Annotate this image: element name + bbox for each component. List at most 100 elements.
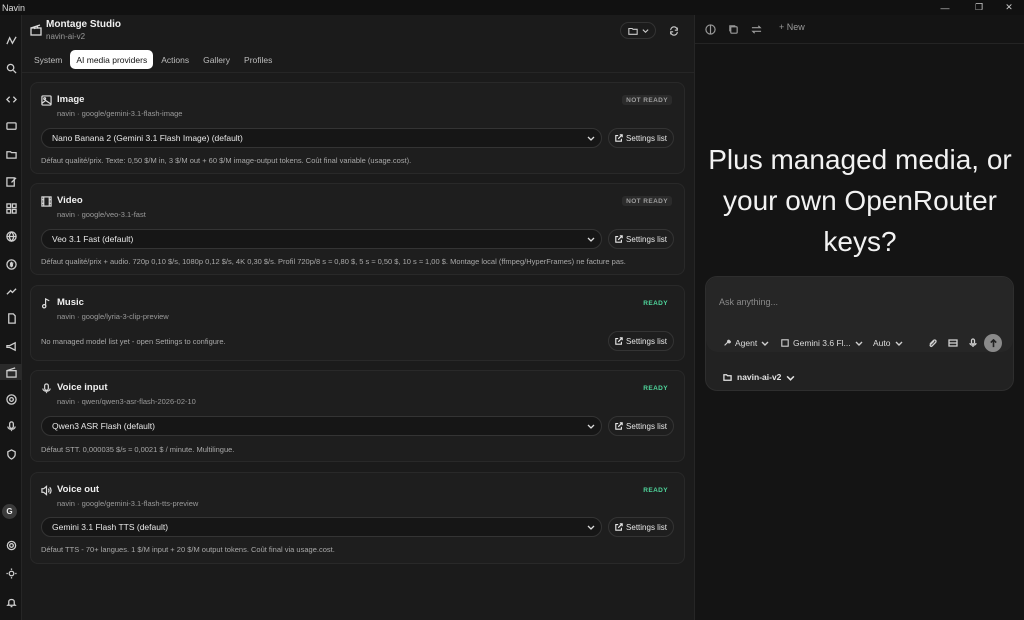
close-window-button[interactable]: ✕	[992, 0, 1024, 15]
tab-divider	[22, 72, 694, 73]
provider-meta: navin · google/gemini-3.1-flash-image	[57, 109, 183, 118]
music-icon	[41, 297, 52, 309]
reasoning-dropdown[interactable]: Auto	[873, 338, 903, 348]
folder-icon	[627, 27, 638, 35]
reasoning-label: Auto	[873, 338, 891, 348]
external-link-icon	[615, 235, 623, 243]
settings-list-button[interactable]: Settings list	[608, 128, 674, 148]
settings-list-button[interactable]: Settings list	[608, 331, 674, 351]
model-select[interactable]: Veo 3.1 Fast (default)	[41, 229, 602, 249]
logo-icon[interactable]	[0, 32, 22, 48]
maximize-button[interactable]: ❐	[962, 0, 996, 15]
search-icon[interactable]	[0, 60, 22, 76]
monitor-icon[interactable]	[0, 118, 22, 134]
external-link-icon	[615, 422, 623, 430]
settings-list-label: Settings list	[626, 133, 667, 143]
settings-list-button[interactable]: Settings list	[608, 517, 674, 537]
model-select-value: Qwen3 ASR Flash (default)	[52, 421, 155, 431]
settings-list-button[interactable]: Settings list	[608, 229, 674, 249]
provider-card-image: Image navin · google/gemini-3.1-flash-im…	[30, 82, 685, 174]
panel-header: Montage Studio navin-ai-v2	[22, 15, 694, 47]
paperclip-icon[interactable]	[926, 337, 938, 349]
tab-ai-media-providers[interactable]: AI media providers	[70, 50, 154, 69]
tab-system[interactable]: System	[28, 50, 68, 69]
mode-dropdown[interactable]: Agent	[723, 338, 769, 348]
refresh-button[interactable]	[665, 22, 682, 39]
folder-dropdown-button[interactable]	[620, 22, 656, 39]
grid-icon[interactable]	[0, 200, 22, 216]
globe-icon[interactable]	[0, 228, 22, 244]
dollar-icon[interactable]	[0, 256, 22, 272]
bell-icon[interactable]	[0, 594, 22, 610]
mic-icon[interactable]	[967, 337, 979, 349]
swap-icon[interactable]	[748, 21, 764, 37]
chat-input-placeholder: Ask anything...	[719, 297, 779, 307]
tab-gallery[interactable]: Gallery	[197, 50, 236, 69]
trend-icon[interactable]	[0, 283, 22, 299]
panel-divider	[695, 43, 1024, 44]
model-select-value: Gemini 3.1 Flash TTS (default)	[52, 522, 169, 532]
settings-list-button[interactable]: Settings list	[608, 416, 674, 436]
avatar[interactable]: G	[2, 504, 17, 519]
external-link-icon	[615, 337, 623, 345]
arrow-up-icon	[989, 338, 997, 347]
document-icon[interactable]	[0, 310, 22, 326]
folder-icon	[723, 373, 732, 381]
status-badge: NOT READY	[622, 95, 672, 105]
layout-icon[interactable]	[947, 337, 959, 349]
chevron-down-icon	[761, 341, 769, 346]
shield-icon[interactable]	[0, 446, 22, 462]
minimize-button[interactable]: —	[928, 0, 962, 15]
tab-profiles[interactable]: Profiles	[238, 50, 278, 69]
provider-meta: navin · google/gemini-3.1-flash-tts-prev…	[57, 499, 199, 508]
edit-icon[interactable]	[0, 173, 22, 189]
app-name: Navin	[2, 2, 26, 13]
chevron-down-icon	[855, 341, 863, 346]
clapperboard-icon[interactable]	[0, 364, 22, 380]
target-icon[interactable]	[0, 391, 22, 407]
code-icon[interactable]	[0, 91, 22, 107]
provider-note: Défaut TTS - 70+ langues. 1 $/M input + …	[41, 545, 335, 554]
provider-meta: navin · google/lyria-3-clip-preview	[57, 312, 169, 321]
settings-list-label: Settings list	[626, 234, 667, 244]
model-icon	[781, 339, 789, 347]
provider-title: Music	[57, 297, 84, 308]
mic-icon[interactable]	[0, 418, 22, 434]
external-link-icon	[615, 523, 623, 531]
mode-label: Agent	[735, 338, 758, 348]
external-link-icon	[615, 134, 623, 142]
model-select[interactable]: Nano Banana 2 (Gemini 3.1 Flash Image) (…	[41, 128, 602, 148]
clapperboard-icon	[30, 24, 42, 36]
image-icon	[41, 95, 52, 106]
megaphone-icon[interactable]	[0, 338, 22, 354]
compass-icon[interactable]	[702, 21, 718, 37]
settings-list-label: Settings list	[626, 421, 667, 431]
hero-heading: Plus managed media, or your own OpenRout…	[708, 144, 1012, 257]
model-label: Gemini 3.6 Fl...	[793, 338, 851, 348]
chevron-down-icon	[587, 136, 595, 141]
chevron-down-icon	[641, 29, 649, 34]
copy-icon[interactable]	[725, 21, 741, 37]
wrench-icon	[724, 339, 731, 346]
new-chat-button[interactable]: + New	[779, 22, 805, 32]
tab-actions[interactable]: Actions	[155, 50, 195, 69]
model-dropdown[interactable]: Gemini 3.6 Fl...	[781, 338, 863, 348]
folder-icon[interactable]	[0, 146, 22, 162]
status-badge: NOT READY	[622, 196, 672, 206]
provider-card-video: Video navin · google/veo-3.1-fast NOT RE…	[30, 183, 685, 275]
model-select-value: Nano Banana 2 (Gemini 3.1 Flash Image) (…	[52, 133, 243, 143]
settings-list-label: Settings list	[626, 522, 667, 532]
icon-rail: G	[0, 15, 22, 620]
chevron-down-icon	[587, 424, 595, 429]
title-bar: Navin — ❐ ✕	[0, 0, 1024, 15]
model-select[interactable]: Gemini 3.1 Flash TTS (default)	[41, 517, 602, 537]
project-label: navin-ai-v2	[737, 372, 782, 382]
send-button[interactable]	[984, 334, 1002, 352]
chevron-down-icon	[786, 375, 795, 381]
sun-icon[interactable]	[0, 565, 22, 581]
page-subtitle: navin-ai-v2	[46, 32, 86, 41]
gear-icon[interactable]	[0, 537, 22, 553]
chevron-down-icon	[587, 237, 595, 242]
project-selector[interactable]: navin-ai-v2	[723, 372, 795, 382]
model-select[interactable]: Qwen3 ASR Flash (default)	[41, 416, 602, 436]
